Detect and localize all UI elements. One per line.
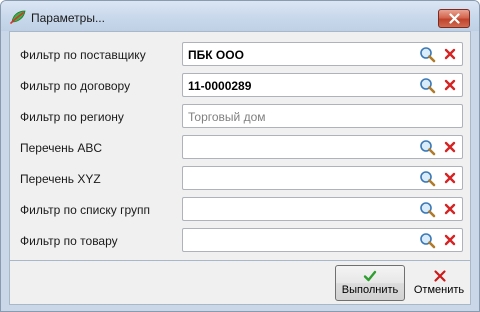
contract-filter-value: 11-0000289	[188, 79, 252, 93]
magnifier-icon[interactable]	[419, 201, 436, 218]
close-icon	[449, 13, 460, 24]
red-x-icon[interactable]	[443, 233, 457, 247]
magnifier-icon[interactable]	[419, 46, 436, 63]
cancel-button-label: Отменить	[413, 284, 465, 296]
product-filter-field[interactable]	[182, 228, 463, 252]
magnifier-icon[interactable]	[419, 232, 436, 249]
red-x-icon[interactable]	[443, 140, 457, 154]
magnifier-icon[interactable]	[419, 77, 436, 94]
filters-panel: Фильтр по поставщику ПБК ООО Фильтр по д…	[9, 31, 471, 261]
app-leaf-icon	[10, 10, 26, 24]
magnifier-icon[interactable]	[419, 170, 436, 187]
xyz-list-label: Перечень XYZ	[20, 172, 101, 186]
magnifier-icon[interactable]	[419, 139, 436, 156]
supplier-filter-value: ПБК ООО	[188, 48, 244, 62]
supplier-filter-field[interactable]: ПБК ООО	[182, 42, 463, 66]
window-title: Параметры...	[31, 11, 105, 25]
region-filter-field[interactable]: Торговый дом	[182, 104, 463, 128]
red-x-icon[interactable]	[443, 171, 457, 185]
contract-filter-label: Фильтр по договору	[20, 79, 131, 93]
red-x-icon[interactable]	[443, 202, 457, 216]
close-button[interactable]	[438, 9, 470, 28]
abc-list-field[interactable]	[182, 135, 463, 159]
title-bar[interactable]: Параметры...	[1, 1, 479, 31]
execute-button-label: Выполнить	[341, 284, 399, 296]
dialog-window: Параметры... Фильтр по поставщику ПБК ОО…	[0, 0, 480, 312]
supplier-filter-label: Фильтр по поставщику	[20, 48, 146, 62]
product-filter-label: Фильтр по товару	[20, 234, 118, 248]
region-filter-label: Фильтр по региону	[20, 110, 124, 124]
region-filter-placeholder: Торговый дом	[188, 110, 266, 124]
xyz-list-field[interactable]	[182, 166, 463, 190]
contract-filter-field[interactable]: 11-0000289	[182, 73, 463, 97]
cancel-button[interactable]: Отменить	[407, 265, 471, 301]
group-list-filter-field[interactable]	[182, 197, 463, 221]
group-list-filter-label: Фильтр по списку групп	[20, 203, 150, 217]
abc-list-label: Перечень ABC	[20, 141, 103, 155]
red-x-icon[interactable]	[443, 47, 457, 61]
execute-button[interactable]: Выполнить	[335, 265, 405, 301]
red-x-icon[interactable]	[443, 78, 457, 92]
button-bar: Выполнить Отменить	[9, 261, 471, 305]
